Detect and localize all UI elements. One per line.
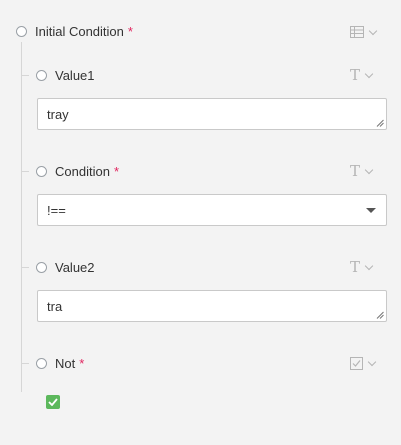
condition-header[interactable]: Condition * — [36, 164, 119, 179]
condition-panel: Initial Condition * Value1 T tray Condit… — [0, 0, 401, 445]
value2-textarea[interactable]: tra — [37, 290, 387, 322]
tree-branch — [21, 75, 29, 76]
text-type-icon: T — [350, 162, 361, 180]
value2-text: tra — [47, 298, 63, 314]
tree-connector — [21, 42, 22, 392]
table-icon — [350, 26, 364, 38]
resize-handle-icon[interactable] — [376, 311, 384, 319]
value2-type-menu[interactable]: T — [350, 258, 374, 276]
tree-branch — [21, 363, 29, 364]
value2-header[interactable]: Value2 — [36, 260, 95, 275]
condition-radio[interactable] — [36, 166, 47, 177]
not-checkbox[interactable] — [46, 395, 60, 409]
required-marker: * — [113, 164, 119, 179]
chevron-down-icon — [364, 261, 374, 271]
value1-header[interactable]: Value1 — [36, 68, 95, 83]
not-type-menu[interactable] — [350, 357, 377, 370]
resize-handle-icon[interactable] — [376, 119, 384, 127]
initial-condition-type-menu[interactable] — [350, 26, 378, 38]
value2-radio[interactable] — [36, 262, 47, 273]
initial-condition-label: Initial Condition — [35, 24, 124, 39]
text-type-icon: T — [350, 258, 361, 276]
value1-radio[interactable] — [36, 70, 47, 81]
required-marker: * — [127, 24, 133, 39]
checkmark-icon — [48, 398, 58, 406]
chevron-down-icon — [368, 26, 378, 35]
chevron-down-icon — [367, 357, 377, 367]
condition-label: Condition — [55, 164, 110, 179]
not-radio[interactable] — [36, 358, 47, 369]
not-label: Not — [55, 356, 76, 371]
tree-branch — [21, 267, 29, 268]
condition-select[interactable]: !== — [37, 194, 387, 226]
text-type-icon: T — [350, 66, 361, 84]
initial-condition-radio[interactable] — [16, 26, 27, 37]
value1-text: tray — [47, 106, 69, 122]
dropdown-caret-icon — [366, 208, 376, 213]
condition-selected-value: !== — [47, 202, 66, 218]
tree-branch — [21, 171, 29, 172]
value1-type-menu[interactable]: T — [350, 66, 374, 84]
required-marker: * — [79, 356, 85, 371]
value1-textarea[interactable]: tray — [37, 98, 387, 130]
value2-label: Value2 — [55, 260, 95, 275]
chevron-down-icon — [364, 69, 374, 79]
condition-type-menu[interactable]: T — [350, 162, 374, 180]
value1-label: Value1 — [55, 68, 95, 83]
checkbox-type-icon — [350, 357, 363, 370]
chevron-down-icon — [364, 165, 374, 175]
initial-condition-header[interactable]: Initial Condition * — [16, 24, 133, 39]
not-header[interactable]: Not * — [36, 356, 84, 371]
